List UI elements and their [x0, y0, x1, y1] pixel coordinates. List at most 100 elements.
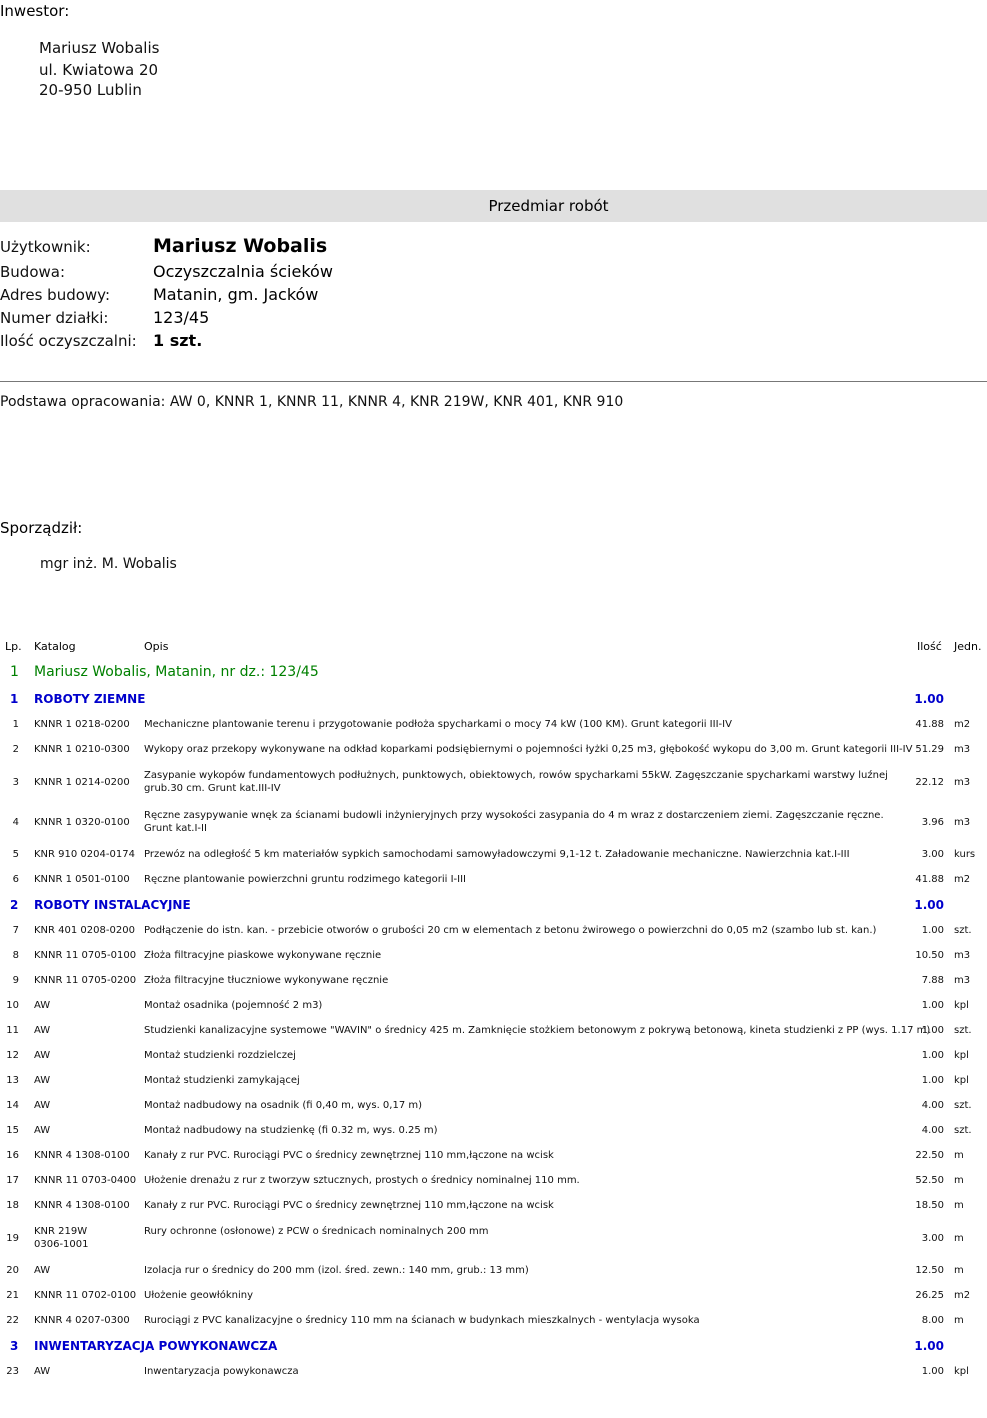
investor-label: Inwestor:	[0, 2, 70, 20]
row-unit: kurs	[954, 849, 976, 860]
group-number: 1	[10, 664, 19, 680]
row-number: 6	[12, 874, 19, 885]
info-label-user: Użytkownik:	[0, 238, 91, 256]
row-description: Podłączenie do istn. kan. - przebicie ot…	[144, 925, 877, 936]
row-number: 4	[12, 817, 19, 828]
row-description: Przewóz na odległość 5 km materiałów syp…	[144, 849, 850, 860]
row-description: Kanały z rur PVC. Rurociągi PVC o średni…	[144, 1150, 554, 1161]
row-description: Ręczne zasypywanie wnęk za ścianami budo…	[144, 810, 884, 834]
row-quantity: 7.88	[921, 975, 944, 986]
row-quantity: 41.88	[915, 874, 944, 885]
prepared-label: Sporządził:	[0, 519, 83, 537]
info-value-address: Matanin, gm. Jacków	[153, 285, 319, 304]
row-unit: szt.	[954, 925, 972, 936]
row-quantity: 22.50	[915, 1150, 944, 1161]
row-catalog: KNNR 1 0214-0200	[34, 777, 130, 788]
row-quantity: 1.00	[921, 1025, 944, 1036]
row-quantity: 10.50	[915, 950, 944, 961]
prepared-name: mgr inż. M. Wobalis	[40, 556, 177, 572]
row-unit: kpl	[954, 1000, 969, 1011]
row-number: 2	[12, 744, 19, 755]
row-catalog: AW	[34, 1366, 51, 1377]
row-catalog: KNNR 4 0207-0300	[34, 1315, 130, 1326]
row-quantity: 18.50	[915, 1200, 944, 1211]
row-catalog: AW	[34, 1025, 51, 1036]
row-description: Kanały z rur PVC. Rurociągi PVC o średni…	[144, 1200, 554, 1211]
document-title-banner: Przedmiar robót	[0, 190, 987, 222]
row-number: 3	[12, 777, 19, 788]
row-unit: m2	[954, 1290, 971, 1301]
row-catalog: KNNR 11 0705-0100	[34, 950, 137, 961]
row-catalog: AW	[34, 1265, 51, 1276]
row-quantity: 3.00	[921, 1233, 944, 1244]
row-number: 5	[12, 849, 19, 860]
row-number: 15	[6, 1125, 19, 1136]
info-label-count: Ilość oczyszczalni:	[0, 332, 137, 350]
row-description: Studzienki kanalizacyjne systemowe "WAVI…	[144, 1025, 931, 1036]
row-unit: m	[954, 1150, 964, 1161]
row-number: 10	[6, 1000, 19, 1011]
info-value-construction: Oczyszczalnia ścieków	[153, 262, 333, 281]
row-number: 13	[6, 1075, 19, 1086]
row-unit: m	[954, 1200, 964, 1211]
row-quantity: 1.00	[921, 1050, 944, 1061]
row-unit: szt.	[954, 1100, 972, 1111]
row-catalog: AW	[34, 1050, 51, 1061]
row-quantity: 26.25	[915, 1290, 944, 1301]
row-number: 7	[12, 925, 19, 936]
row-description: Zasypanie wykopów fundamentowych podłużn…	[144, 770, 888, 794]
row-unit: kpl	[954, 1050, 969, 1061]
info-value-plot: 123/45	[153, 308, 210, 327]
row-number: 21	[6, 1290, 19, 1301]
row-description: Inwentaryzacja powykonawcza	[144, 1366, 299, 1377]
row-description: Ułożenie drenażu z rur z tworzyw sztuczn…	[144, 1175, 580, 1186]
row-unit: m	[954, 1233, 964, 1244]
row-description: Wykopy oraz przekopy wykonywane na odkła…	[144, 744, 913, 755]
row-unit: m3	[954, 777, 971, 788]
col-header-katalog: Katalog	[34, 640, 76, 653]
row-catalog: AW	[34, 1100, 51, 1111]
row-number: 17	[6, 1175, 19, 1186]
basis-text: Podstawa opracowania: AW 0, KNNR 1, KNNR…	[0, 394, 624, 410]
row-number: 9	[12, 975, 19, 986]
row-catalog: KNR 910 0204-0174	[34, 849, 135, 860]
row-unit: m	[954, 1315, 964, 1326]
section-number: 2	[10, 898, 19, 912]
col-header-ilosc: Ilość	[917, 640, 942, 653]
row-quantity: 12.50	[915, 1265, 944, 1276]
section-quantity: 1.00	[914, 898, 944, 912]
row-unit: m3	[954, 950, 971, 961]
row-quantity: 1.00	[921, 1366, 944, 1377]
row-number: 1	[12, 719, 19, 730]
row-description: Montaż nadbudowy na osadnik (fi 0,40 m, …	[144, 1100, 423, 1111]
row-quantity: 3.96	[921, 817, 944, 828]
row-catalog: KNNR 1 0218-0200	[34, 719, 130, 730]
row-catalog: KNNR 1 0501-0100	[34, 874, 130, 885]
row-catalog: AW	[34, 1075, 51, 1086]
row-description: Rurociągi z PVC kanalizacyjne o średnicy…	[144, 1315, 700, 1326]
row-unit: m3	[954, 744, 971, 755]
row-catalog: AW	[34, 1125, 51, 1136]
row-quantity: 8.00	[921, 1315, 944, 1326]
row-description: Izolacja rur o średnicy do 200 mm (izol.…	[144, 1265, 529, 1276]
row-unit: m2	[954, 719, 971, 730]
section-title: ROBOTY INSTALACYJNE	[34, 898, 191, 912]
row-quantity: 22.12	[915, 777, 944, 788]
section-title: ROBOTY ZIEMNE	[34, 692, 146, 706]
row-description: Ułożenie geowłókniny	[144, 1290, 254, 1301]
divider-line	[0, 381, 987, 382]
section-title: INWENTARYZACJA POWYKONAWCZA	[34, 1339, 278, 1353]
info-value-count: 1 szt.	[153, 331, 203, 350]
row-number: 23	[6, 1366, 19, 1377]
row-catalog: AW	[34, 1000, 51, 1011]
row-number: 16	[6, 1150, 19, 1161]
group-title: Mariusz Wobalis, Matanin, nr dz.: 123/45	[34, 664, 319, 680]
row-unit: kpl	[954, 1075, 969, 1086]
investor-city: 20-950 Lublin	[39, 81, 142, 99]
row-quantity: 1.00	[921, 1075, 944, 1086]
row-catalog: KNNR 11 0703-0400	[34, 1175, 137, 1186]
info-label-plot: Numer działki:	[0, 309, 109, 327]
row-number: 8	[12, 950, 19, 961]
row-quantity: 3.00	[921, 849, 944, 860]
row-unit: m3	[954, 817, 971, 828]
